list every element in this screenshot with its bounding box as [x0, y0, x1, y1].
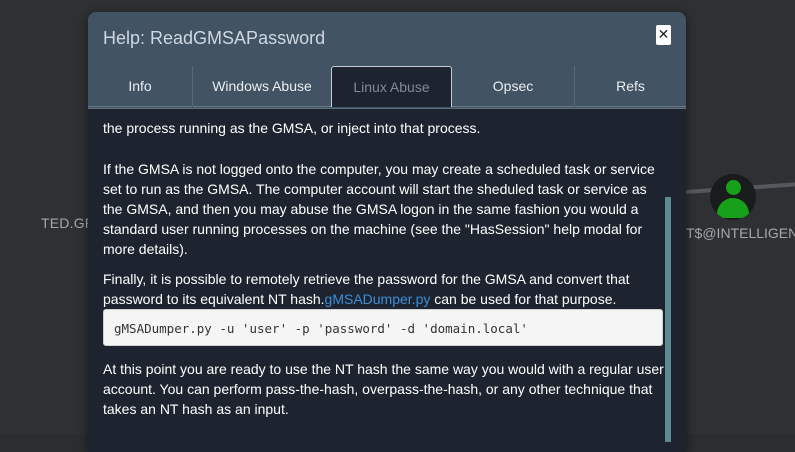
modal-title: Help: ReadGMSAPassword	[103, 28, 326, 48]
paragraph-text: can be used for that purpose.	[430, 291, 617, 307]
help-modal: Help: ReadGMSAPassword ✕ Info Windows Ab…	[88, 12, 686, 452]
user-node-icon[interactable]	[710, 174, 756, 220]
close-icon[interactable]: ✕	[656, 25, 671, 45]
tab-refs[interactable]: Refs	[575, 66, 686, 107]
modal-header: Help: ReadGMSAPassword ✕	[88, 12, 686, 66]
graph-node-label-left: TED.GR	[41, 215, 96, 231]
help-content[interactable]: the process running as the GMSA, or inje…	[103, 109, 665, 452]
tab-bar: Info Windows Abuse Linux Abuse Opsec Ref…	[88, 66, 686, 109]
tab-linux-abuse[interactable]: Linux Abuse	[331, 66, 452, 107]
graph-node-label-right: T$@INTELLIGENC	[686, 225, 795, 241]
paragraph-scheduled-task: If the GMSA is not logged onto the compu…	[103, 161, 655, 257]
tab-info[interactable]: Info	[88, 66, 192, 107]
user-body-shape	[717, 198, 749, 218]
paragraph-nt-hash: At this point you are ready to use the N…	[103, 361, 664, 417]
tab-windows-abuse[interactable]: Windows Abuse	[193, 66, 331, 107]
code-block: gMSADumper.py -u 'user' -p 'password' -d…	[103, 309, 663, 346]
paragraph-remote-retrieve: Finally, it is possible to remotely retr…	[103, 269, 665, 309]
paragraph-top: the process running as the GMSA, or inje…	[103, 120, 481, 136]
gmsadumper-link[interactable]: gMSADumper.py	[325, 291, 431, 307]
tab-opsec[interactable]: Opsec	[452, 66, 574, 107]
scrollbar-thumb[interactable]	[665, 197, 671, 442]
user-head-shape	[726, 180, 741, 195]
